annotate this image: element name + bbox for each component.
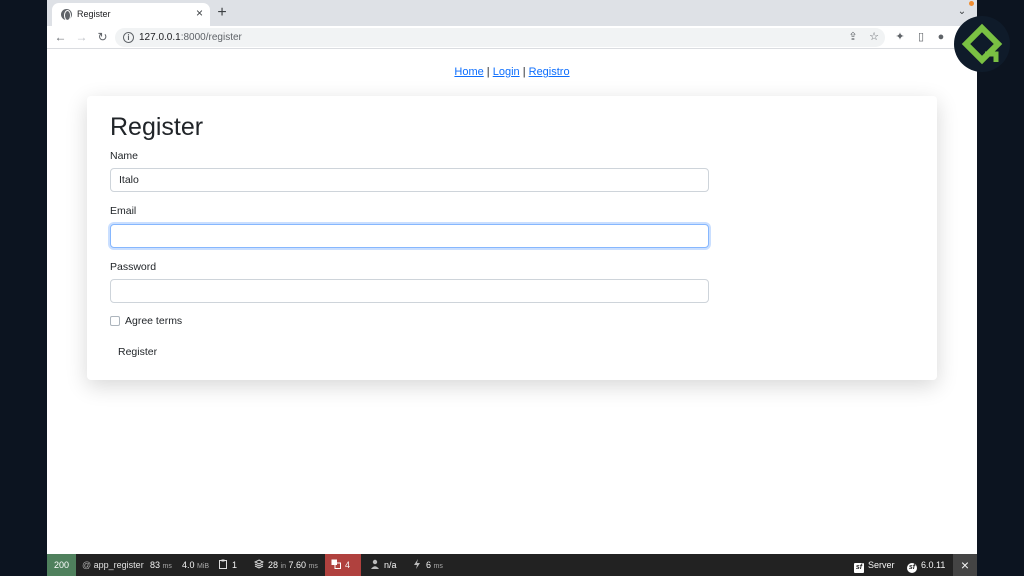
db-in-label: in xyxy=(280,563,286,570)
clipboard-icon xyxy=(219,559,227,569)
time-value: 83 xyxy=(150,560,161,570)
tab-title: Register xyxy=(77,9,111,19)
info-icon[interactable]: i xyxy=(123,32,134,43)
profile-icon[interactable]: ● xyxy=(933,29,949,45)
translation-icon xyxy=(331,559,341,569)
forward-icon[interactable]: → xyxy=(73,29,90,46)
nav-link-login[interactable]: Login xyxy=(493,66,520,78)
memory-panel[interactable]: 4.0 MiB xyxy=(176,554,215,576)
server-label: Server xyxy=(868,560,895,570)
nav-link-registro[interactable]: Registro xyxy=(529,66,570,78)
events-value: 6 xyxy=(426,560,432,570)
forms-count: 1 xyxy=(232,560,238,570)
user-icon xyxy=(371,559,379,569)
email-input[interactable] xyxy=(110,224,709,248)
browser-toolbar: ← → ↻ i 127.0.0.1:8000/register ⇪ ☆ ✦ ▯ … xyxy=(47,26,977,49)
db-unit: ms xyxy=(308,563,318,570)
address-bar[interactable]: i 127.0.0.1:8000/register xyxy=(115,28,885,47)
server-panel[interactable]: sf Server xyxy=(848,554,901,576)
password-input[interactable] xyxy=(110,279,709,303)
tab-strip: Register × + ⌄ xyxy=(47,0,977,26)
user-value: n/a xyxy=(384,560,397,570)
security-panel[interactable]: n/a xyxy=(364,554,403,576)
globe-icon xyxy=(61,9,72,21)
nav-separator: | xyxy=(519,66,529,78)
agree-terms-label[interactable]: Agree terms xyxy=(125,315,182,327)
time-unit: ms xyxy=(162,563,172,570)
version-panel[interactable]: sf 6.0.11 xyxy=(901,554,951,576)
translation-count: 4 xyxy=(345,560,351,570)
translation-panel[interactable]: 4 xyxy=(325,554,361,576)
back-icon[interactable]: ← xyxy=(52,29,69,46)
name-input[interactable] xyxy=(110,168,709,192)
time-panel[interactable]: 83 ms xyxy=(144,554,178,576)
top-navigation: Home | Login | Registro xyxy=(47,66,977,78)
email-label: Email xyxy=(110,205,137,217)
url-host: 127.0.0.1 xyxy=(139,32,181,43)
page-content: Home | Login | Registro Register Name Em… xyxy=(47,49,977,554)
forms-panel[interactable]: 1 xyxy=(212,554,243,576)
status-code-badge[interactable]: 200 xyxy=(47,554,76,576)
nav-link-home[interactable]: Home xyxy=(454,66,483,78)
db-query-count: 28 xyxy=(268,560,279,570)
close-toolbar-icon[interactable]: × xyxy=(953,554,977,576)
at-icon: @ xyxy=(82,560,92,570)
db-time: 7.60 xyxy=(288,560,307,570)
brand-logo-mark xyxy=(961,23,1003,65)
update-indicator xyxy=(969,1,974,6)
memory-unit: MiB xyxy=(197,563,210,570)
register-button[interactable]: Register xyxy=(110,342,165,362)
memory-value: 4.0 xyxy=(182,560,195,570)
share-icon[interactable]: ⇪ xyxy=(845,29,861,45)
extensions-icon[interactable]: ✦ xyxy=(892,29,908,45)
side-panel-icon[interactable]: ▯ xyxy=(913,29,929,45)
events-unit: ms xyxy=(433,563,443,570)
password-label: Password xyxy=(110,261,157,273)
reload-icon[interactable]: ↻ xyxy=(94,29,111,46)
lightning-icon xyxy=(414,559,420,569)
form-title: Register xyxy=(110,113,204,141)
browser-window: Register × + ⌄ ← → ↻ i 127.0.0.1:8000/re… xyxy=(47,0,977,576)
route-name: app_register xyxy=(93,560,144,570)
database-icon xyxy=(254,559,264,569)
database-panel[interactable]: 28 in 7.60 ms xyxy=(248,554,324,576)
name-label: Name xyxy=(110,150,139,162)
agree-terms-checkbox[interactable] xyxy=(110,316,120,326)
new-tab-icon[interactable]: + xyxy=(214,5,230,21)
bookmark-star-icon[interactable]: ☆ xyxy=(866,29,882,45)
symfony-logo-icon: sf xyxy=(907,563,917,573)
nav-separator: | xyxy=(483,66,493,78)
symfony-version: 6.0.11 xyxy=(921,560,946,570)
route-panel[interactable]: @ app_register xyxy=(76,554,150,576)
url-text[interactable]: 127.0.0.1:8000/register xyxy=(139,32,242,43)
browser-tab[interactable]: Register × xyxy=(52,3,210,26)
url-path: :8000/register xyxy=(180,32,242,43)
symfony-debug-toolbar: 200 @ app_register 83 ms 4.0 MiB 1 28 in… xyxy=(47,554,977,576)
events-panel[interactable]: 6 ms xyxy=(406,554,449,576)
symfony-server-icon: sf xyxy=(854,563,864,573)
brand-logo-icon xyxy=(954,16,1010,72)
close-tab-icon[interactable]: × xyxy=(193,7,206,20)
register-card: Register Name Email Password Agree terms… xyxy=(87,96,937,380)
